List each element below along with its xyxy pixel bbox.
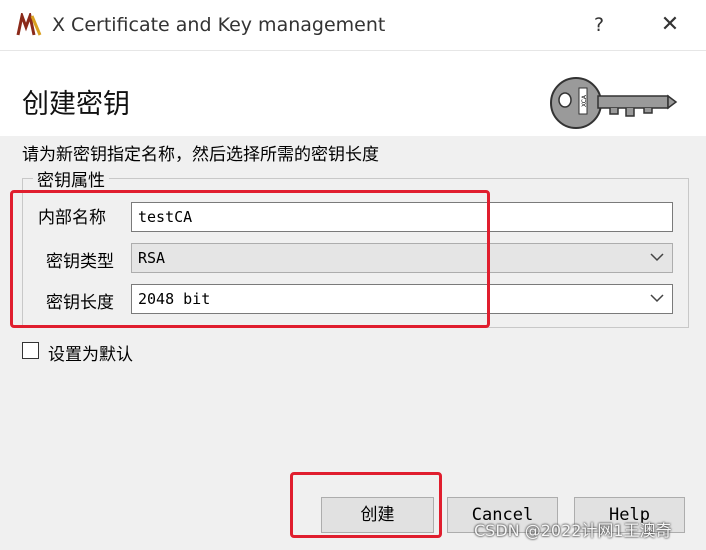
chevron-down-icon xyxy=(650,253,664,262)
window-title: X Certificate and Key management xyxy=(52,14,386,36)
highlight-box-properties xyxy=(10,190,490,328)
default-checkbox-label: 设置为默认 xyxy=(48,345,133,365)
app-icon xyxy=(16,13,42,36)
help-title-button[interactable]: ? xyxy=(585,10,613,40)
svg-text:XCA: XCA xyxy=(581,94,588,107)
group-title: 密钥属性 xyxy=(33,166,109,191)
watermark-text: CSDN @2022计网1王澳奇 xyxy=(474,521,672,540)
page-title: 创建密钥 xyxy=(22,89,130,120)
highlight-box-create xyxy=(290,472,442,538)
default-checkbox[interactable] xyxy=(22,342,39,359)
title-bar: X Certificate and Key management ? ✕ xyxy=(0,0,706,51)
instruction-text: 请为新密钥指定名称，然后选择所需的密钥长度 xyxy=(22,145,379,165)
chevron-down-icon xyxy=(650,294,664,303)
key-icon: XCA xyxy=(550,77,678,129)
close-button[interactable]: ✕ xyxy=(655,10,685,40)
